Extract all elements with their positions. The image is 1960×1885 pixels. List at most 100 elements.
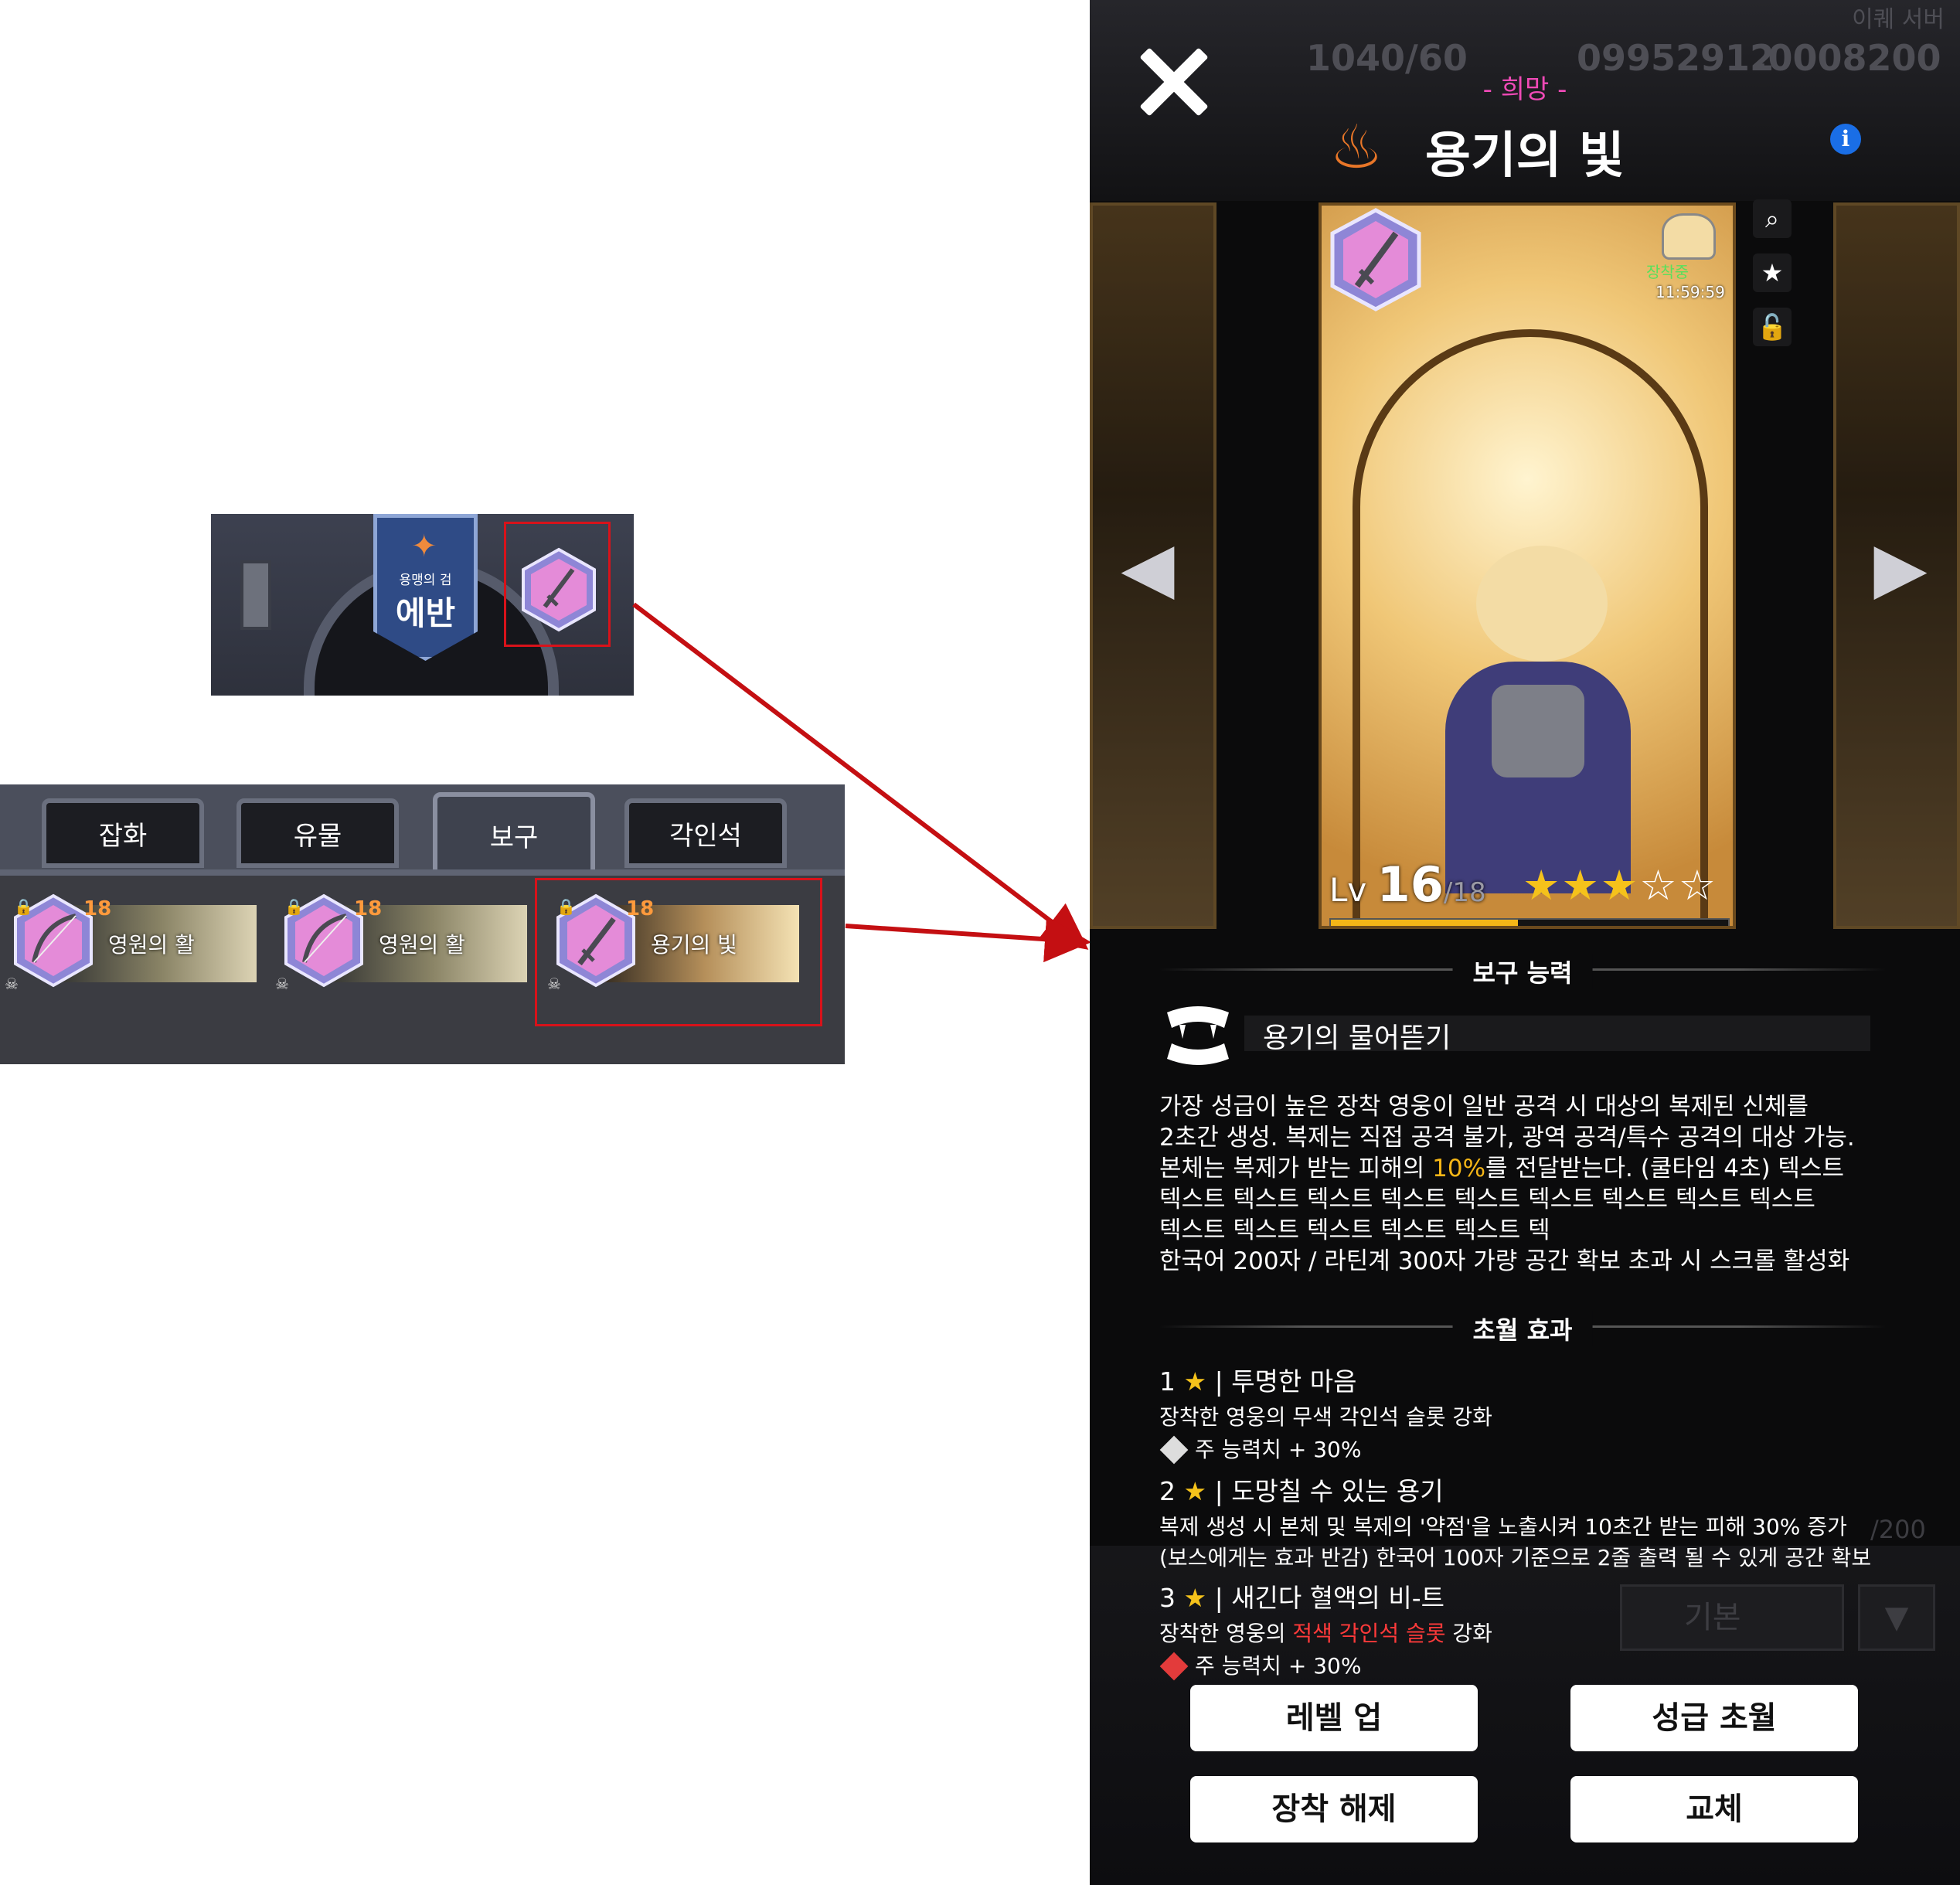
- transcend-desc: (보스에게는 효과 반감) 한국어 100자 기준으로 2줄 출력 될 수 있게…: [1159, 1545, 1872, 1570]
- transcend-stat: 주 능력치 + 30%: [1159, 1649, 1917, 1683]
- ability-section-header: 보구 능력: [1159, 954, 1886, 989]
- server-label: 이퀘 서버: [1852, 6, 1945, 33]
- exp-bar: [1329, 918, 1730, 926]
- tab-label: 잡화: [98, 820, 148, 852]
- title-bar: ♨ 용기의 빛: [1240, 108, 1813, 185]
- desc-line: 텍스트 텍스트 텍스트 텍스트 텍스트 텍: [1159, 1216, 1550, 1244]
- desc-text: 를 전달받는다. (쿨타임 4초) 텍스트: [1485, 1155, 1844, 1182]
- ability-name: 용기의 물어뜯기: [1263, 1022, 1451, 1054]
- info-icon[interactable]: i: [1830, 124, 1861, 155]
- transcend-title: | 투명한 마음: [1214, 1366, 1357, 1397]
- inventory-item[interactable]: 🔒 18 영원의 활 ☠: [0, 893, 257, 993]
- lock-icon: 🔒: [14, 897, 33, 916]
- equipment-card: 장착중 11:59:59 Lv 16/18 ★★★☆☆: [1319, 202, 1736, 929]
- crest-icon: ♨: [1329, 113, 1383, 182]
- transcend-list: 1 ★ | 투명한 마음 장착한 영웅의 무색 각인석 슬롯 강화 주 능력치 …: [1159, 1362, 1917, 1688]
- tab-relic[interactable]: 유물: [236, 798, 399, 868]
- lantern-icon: [240, 560, 271, 630]
- tab-label: 각인석: [669, 820, 742, 852]
- timer-label: 11:59:59: [1655, 283, 1725, 301]
- skull-icon: ☠: [5, 975, 19, 993]
- desc-red-text: 적색 각인석 슬롯: [1292, 1621, 1446, 1646]
- red-gem-icon: [1159, 1652, 1189, 1681]
- equipment-detail-screen: 이퀘 서버 1040/60 09952912 .0008200 - 희망 - ♨…: [1090, 0, 1960, 1885]
- prev-arrow-icon[interactable]: ◀: [1105, 526, 1190, 611]
- tab-label: 보구: [489, 822, 539, 853]
- star-empty-icon: ☆: [1639, 861, 1679, 910]
- level-prefix: Lv: [1329, 871, 1367, 909]
- item-level: 18: [354, 897, 383, 920]
- item-name: 영원의 활: [379, 932, 465, 958]
- transcend-title: | 새긴다 혈액의 비-트: [1214, 1583, 1444, 1613]
- transcend-desc: 복제 생성 시 본체 및 복제의 '약점'을 노출시켜 10초간 받는 피해 3…: [1159, 1514, 1847, 1540]
- zoom-icon[interactable]: ⌕: [1753, 199, 1792, 238]
- desc-line: 2초간 생성. 복제는 직접 공격 불가, 광역 공격/특수 공격의 대상 가능…: [1159, 1124, 1855, 1152]
- tab-engraving[interactable]: 각인석: [624, 798, 787, 868]
- equipped-hero-avatar: [1662, 213, 1716, 260]
- transcend-desc: 장착한 영웅의 무색 각인석 슬롯 강화: [1159, 1404, 1492, 1430]
- level-value: 16: [1376, 856, 1444, 913]
- transcend-item: 3 ★ | 새긴다 혈액의 비-트 장착한 영웅의 적색 각인석 슬롯 강화 주…: [1159, 1578, 1917, 1683]
- star-filled-icon: ★: [1523, 861, 1562, 910]
- transcend-item: 1 ★ | 투명한 마음 장착한 영웅의 무색 각인석 슬롯 강화 주 능력치 …: [1159, 1362, 1917, 1467]
- section-title: 초월 효과: [1452, 1311, 1593, 1346]
- next-arrow-icon[interactable]: ▶: [1858, 526, 1943, 611]
- crest-icon: ✦: [411, 529, 437, 564]
- star-rating: ★★★☆☆: [1523, 861, 1717, 910]
- desc-line: 가장 성급이 높은 장착 영웅이 일반 공격 시 대상의 복제된 신체를: [1159, 1093, 1809, 1121]
- swap-button[interactable]: 교체: [1570, 1776, 1858, 1842]
- transcend-desc: 장착한 영웅의 적색 각인석 슬롯 강화: [1159, 1618, 1917, 1649]
- hero-illustration-head: [1476, 546, 1608, 662]
- stat-text: 주 능력치 + 30%: [1195, 1437, 1362, 1462]
- grade-label: - 희망 -: [1482, 74, 1567, 105]
- ability-row: 용기의 물어뜯기: [1159, 1005, 1878, 1074]
- transcend-num: 2: [1159, 1476, 1176, 1506]
- star-icon: ★: [1183, 1366, 1207, 1397]
- hero-banner[interactable]: ✦ 용맹의 검 에반: [373, 514, 478, 661]
- equipment-title: 용기의 빛: [1425, 128, 1625, 185]
- equipped-label: 장착중: [1646, 263, 1689, 281]
- unlock-icon[interactable]: 🔓: [1753, 308, 1792, 346]
- transcend-stat: 주 능력치 + 30%: [1159, 1433, 1917, 1467]
- tab-equipment[interactable]: 보구: [433, 792, 595, 877]
- level-up-button[interactable]: 레벨 업: [1190, 1685, 1478, 1751]
- tab-label: 유물: [293, 820, 342, 852]
- arrow-line: [845, 916, 1091, 963]
- highlight-box: [504, 522, 611, 647]
- transcend-title: | 도망칠 수 있는 용기: [1214, 1476, 1444, 1506]
- unequip-button[interactable]: 장착 해제: [1190, 1776, 1478, 1842]
- desc-text: 강화: [1445, 1621, 1492, 1646]
- lock-icon: 🔒: [284, 897, 304, 916]
- desc-text: 장착한 영웅의: [1159, 1621, 1293, 1646]
- section-title: 보구 능력: [1452, 954, 1593, 989]
- transcend-head: 3 ★ | 새긴다 혈액의 비-트: [1159, 1578, 1917, 1618]
- desc-line: 본체는 복제가 받는 피해의 10%를 전달받는다. (쿨타임 4초) 텍스트: [1159, 1153, 1901, 1184]
- tab-misc[interactable]: 잡화: [42, 798, 204, 868]
- transcend-num: 1: [1159, 1366, 1176, 1397]
- star-filled-icon: ★: [1600, 861, 1640, 910]
- inventory-item[interactable]: 🔒 18 영원의 활 ☠: [271, 893, 527, 993]
- desc-text: 본체는 복제가 받는 피해의: [1159, 1155, 1433, 1182]
- level-display: Lv 16/18: [1329, 856, 1486, 913]
- skull-icon: ☠: [275, 975, 289, 993]
- exp-bar-fill: [1331, 920, 1518, 926]
- transcend-head: 1 ★ | 투명한 마음: [1159, 1362, 1917, 1402]
- transcend-section-header: 초월 효과: [1159, 1311, 1886, 1346]
- transcend-head: 2 ★ | 도망칠 수 있는 용기: [1159, 1472, 1917, 1512]
- star-empty-icon: ☆: [1678, 861, 1718, 910]
- ability-description: 가장 성급이 높은 장착 영웅이 일반 공격 시 대상의 복제된 신체를 2초간…: [1159, 1091, 1901, 1277]
- item-name: 영원의 활: [108, 932, 195, 958]
- fang-icon: [1167, 1006, 1229, 1065]
- favorite-star-icon[interactable]: ★: [1753, 253, 1792, 292]
- hero-title: 용맹의 검: [399, 573, 452, 588]
- transcend-item: 2 ★ | 도망칠 수 있는 용기 복제 생성 시 본체 및 복제의 '약점'을…: [1159, 1472, 1917, 1574]
- highlight-box: [535, 878, 822, 1026]
- grade-transcend-button[interactable]: 성급 초월: [1570, 1685, 1858, 1751]
- star-filled-icon: ★: [1561, 861, 1601, 910]
- transcend-num: 3: [1159, 1583, 1176, 1613]
- desc-line: 텍스트 텍스트 텍스트 텍스트 텍스트 텍스트 텍스트 텍스트 텍스트: [1159, 1186, 1815, 1213]
- stat-text: 주 능력치 + 30%: [1195, 1653, 1362, 1679]
- star-icon: ★: [1183, 1583, 1207, 1613]
- level-max: /18: [1443, 877, 1486, 908]
- hero-name: 에반: [395, 594, 456, 632]
